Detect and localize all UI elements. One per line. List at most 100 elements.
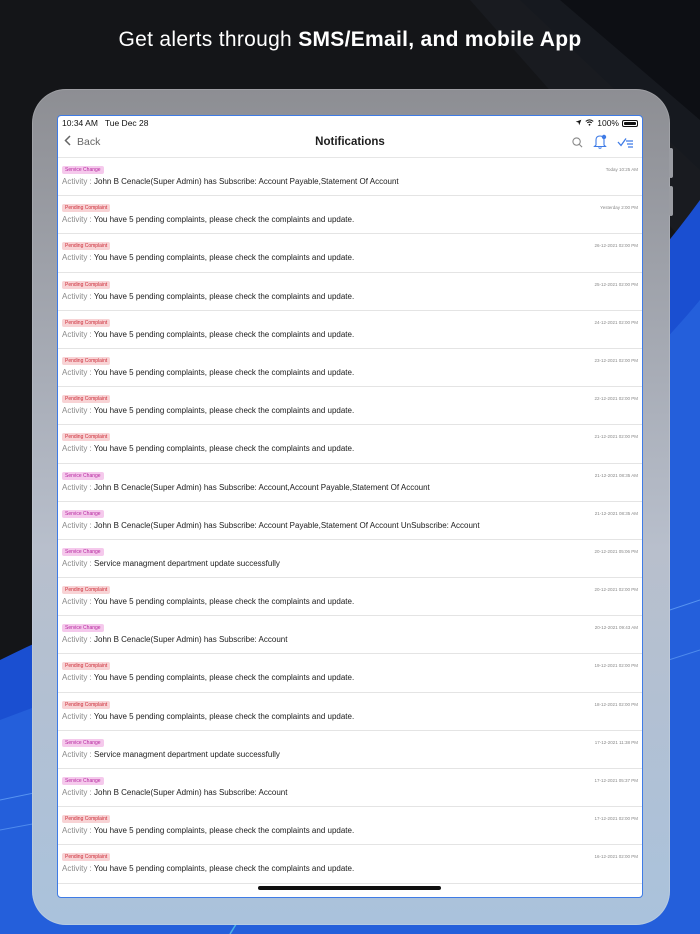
- activity-label: Activity :: [62, 291, 92, 301]
- notification-item[interactable]: Service Change 21-12-2021 08:35 AM Activit…: [58, 464, 642, 502]
- activity-label: Activity :: [62, 558, 92, 568]
- home-indicator[interactable]: [258, 886, 441, 890]
- notification-time: Today 10:25 AM: [605, 167, 638, 172]
- notification-item[interactable]: Service Change 17-12-2021 05:37 PM Activit…: [58, 769, 642, 808]
- notification-badge: Service Change: [62, 777, 104, 785]
- activity-label: Activity :: [62, 826, 92, 836]
- notification-text: You have 5 pending complaints, please ch…: [93, 444, 355, 454]
- location-icon: [575, 118, 582, 128]
- notification-item[interactable]: Pending Complaint Yesterday 2:00 PM Activi…: [58, 196, 642, 235]
- notification-time: Yesterday 2:00 PM: [600, 205, 638, 211]
- notification-item[interactable]: Pending Complaint 17-12-2021 02:00 PM Acti…: [58, 807, 642, 846]
- notification-badge: Pending Complaint: [62, 242, 111, 251]
- notification-activity: Activity : You have 5 pending complaints…: [62, 444, 354, 453]
- notification-activity: Activity : John B Cenacle(Super Admin) h…: [62, 635, 287, 644]
- notification-text: Service managment department update succ…: [94, 749, 280, 759]
- battery-percent: 100%: [597, 118, 619, 128]
- notification-badge: Pending Complaint: [62, 356, 111, 365]
- search-icon[interactable]: [572, 135, 583, 153]
- activity-label: Activity :: [62, 215, 92, 225]
- status-time: 10:34 AM: [62, 118, 98, 128]
- headline-regular: Get alerts through: [118, 28, 299, 51]
- activity-label: Activity :: [62, 749, 92, 759]
- notification-item[interactable]: Service Change 20-12-2021 05:06 PM Activit…: [58, 540, 642, 579]
- notification-activity: Activity : Service managment department …: [62, 750, 280, 759]
- notification-badge: Pending Complaint: [62, 204, 111, 213]
- notification-activity: Activity : Service managment department …: [62, 559, 280, 568]
- notification-item[interactable]: Service Change 20-12-2021 09:43 AM Activit…: [58, 616, 642, 655]
- status-bar: 10:34 AM Tue Dec 28 100%: [58, 116, 642, 130]
- notification-settings-icon[interactable]: [593, 134, 607, 154]
- headline-bold: SMS/Email, and mobile App: [298, 28, 582, 51]
- notification-time: 25-12-2021 02:00 PM: [594, 281, 638, 287]
- notification-activity: Activity : John B Cenacle(Super Admin) h…: [62, 177, 399, 186]
- notification-badge: Pending Complaint: [62, 280, 111, 289]
- notification-text: You have 5 pending complaints, please ch…: [93, 367, 355, 377]
- notification-activity: Activity : You have 5 pending complaints…: [62, 215, 354, 224]
- page-title: Notifications: [315, 136, 385, 148]
- notification-text: You have 5 pending complaints, please ch…: [93, 253, 355, 263]
- activity-label: Activity :: [62, 788, 92, 797]
- headline: Get alerts through SMS/Email, and mobile…: [0, 28, 700, 52]
- notification-time: 16-12-2021 02:00 PM: [594, 854, 638, 860]
- notification-text: You have 5 pending complaints, please ch…: [93, 711, 355, 721]
- activity-label: Activity :: [62, 597, 92, 607]
- notification-text: You have 5 pending complaints, please ch…: [93, 406, 355, 416]
- activity-label: Activity :: [62, 329, 92, 339]
- notification-badge: Service Change: [62, 738, 104, 747]
- notification-time: 24-12-2021 02:00 PM: [594, 319, 638, 325]
- notification-item[interactable]: Service Change 21-12-2021 08:35 AM Activit…: [58, 502, 642, 540]
- notification-time: 18-12-2021 02:00 PM: [594, 701, 638, 707]
- notification-item[interactable]: Pending Complaint 18-12-2021 02:00 PM Acti…: [58, 693, 642, 731]
- notification-time: 19-12-2021 02:00 PM: [594, 663, 638, 669]
- notification-time: 23-12-2021 02:00 PM: [594, 357, 638, 363]
- notification-text: You have 5 pending complaints, please ch…: [93, 215, 355, 225]
- notification-item[interactable]: Pending Complaint 24-12-2021 02:00 PM Acti…: [58, 311, 642, 349]
- notification-badge: Pending Complaint: [62, 700, 111, 709]
- notification-time: 17-12-2021 02:00 PM: [594, 816, 638, 822]
- notification-time: 21-12-2021 08:35 AM: [594, 510, 638, 516]
- notification-text: You have 5 pending complaints, please ch…: [93, 673, 355, 683]
- notification-item[interactable]: Pending Complaint 16-12-2021 02:00 PM Acti…: [58, 845, 642, 884]
- notification-text: John B Cenacle(Super Admin) has Subscrib…: [94, 788, 288, 797]
- notification-item[interactable]: Pending Complaint 25-12-2021 02:00 PM Acti…: [58, 273, 642, 311]
- activity-label: Activity :: [62, 673, 92, 683]
- notification-list: Service Change Today 10:25 AM Activity : J…: [58, 158, 642, 884]
- notification-badge: Service Change: [62, 471, 104, 480]
- notification-item[interactable]: Pending Complaint 22-12-2021 02:00 PM Acti…: [58, 387, 642, 426]
- activity-label: Activity :: [62, 444, 92, 454]
- notification-item[interactable]: Service Change Today 10:25 AM Activity : J…: [58, 158, 642, 197]
- notification-activity: Activity : You have 5 pending complaints…: [62, 673, 354, 682]
- activity-label: Activity :: [62, 177, 92, 186]
- notification-activity: Activity : You have 5 pending complaints…: [62, 406, 354, 415]
- notification-time: 17-12-2021 11:38 PM: [594, 739, 638, 745]
- notification-badge: Pending Complaint: [62, 433, 111, 442]
- notification-item[interactable]: Service Change 17-12-2021 11:38 PM Activit…: [58, 731, 642, 769]
- notification-item[interactable]: Pending Complaint 26-12-2021 02:00 PM Acti…: [58, 234, 642, 273]
- notification-badge: Service Change: [62, 624, 104, 633]
- notification-item[interactable]: Pending Complaint 23-12-2021 02:00 PM Acti…: [58, 349, 642, 388]
- notification-time: 20-12-2021 05:06 PM: [594, 548, 638, 554]
- notification-item[interactable]: Pending Complaint 19-12-2021 02:00 PM Acti…: [58, 654, 642, 693]
- activity-label: Activity :: [62, 635, 92, 645]
- notification-item[interactable]: Pending Complaint 21-12-2021 02:00 PM Acti…: [58, 425, 642, 464]
- notification-text: You have 5 pending complaints, please ch…: [93, 826, 355, 836]
- notification-text: John B Cenacle(Super Admin) has Subscrib…: [94, 635, 288, 645]
- notification-activity: Activity : You have 5 pending complaints…: [62, 292, 354, 301]
- activity-label: Activity :: [62, 406, 92, 416]
- notification-activity: Activity : You have 5 pending complaints…: [62, 826, 354, 835]
- notification-activity: Activity : John B Cenacle(Super Admin) h…: [62, 788, 287, 797]
- wifi-icon: [585, 118, 594, 128]
- notification-activity: Activity : You have 5 pending complaints…: [62, 330, 354, 339]
- tablet-side-button: [669, 186, 673, 216]
- notification-time: 26-12-2021 02:00 PM: [594, 243, 638, 249]
- status-date: Tue Dec 28: [104, 118, 149, 128]
- notification-activity: Activity : You have 5 pending complaints…: [62, 597, 354, 606]
- activity-label: Activity :: [62, 711, 92, 721]
- notification-text: You have 5 pending complaints, please ch…: [93, 864, 355, 874]
- mark-all-read-icon[interactable]: [617, 135, 634, 153]
- notification-badge: Pending Complaint: [62, 853, 111, 862]
- notification-time: 21-12-2021 02:00 PM: [594, 434, 638, 440]
- notification-item[interactable]: Pending Complaint 20-12-2021 02:00 PM Acti…: [58, 578, 642, 617]
- notification-time: 20-12-2021 02:00 PM: [594, 587, 638, 593]
